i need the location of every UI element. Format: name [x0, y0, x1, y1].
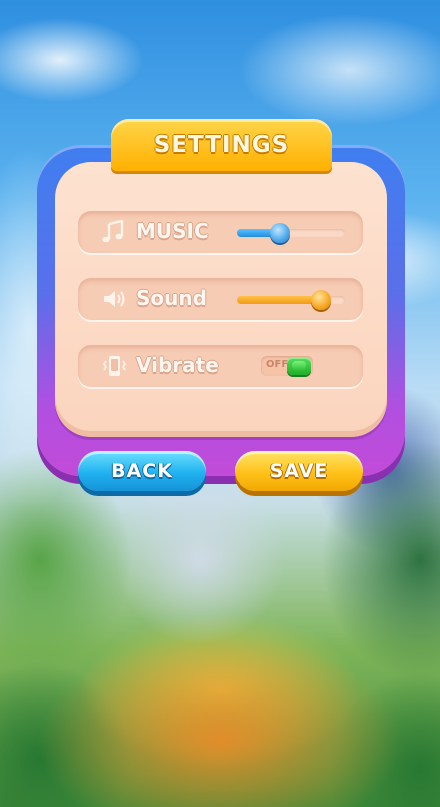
music-setting-row: MUSIC — [78, 211, 363, 253]
sound-slider-fill — [237, 296, 322, 304]
vibrate-toggle[interactable]: OFF — [261, 356, 313, 376]
settings-title-tab: SETTINGS — [111, 119, 332, 171]
vibrate-label: Vibrate — [136, 353, 219, 377]
vibrate-setting-row: Vibrate OFF — [78, 345, 363, 387]
sound-slider-handle[interactable] — [311, 290, 332, 310]
sound-label: Sound — [136, 286, 207, 310]
save-button[interactable]: SAVE — [235, 451, 363, 491]
sound-setting-row: Sound — [78, 278, 363, 320]
music-slider-handle[interactable] — [270, 223, 291, 243]
vibrate-phone-icon — [100, 353, 128, 379]
speaker-icon — [100, 286, 128, 312]
music-volume-slider[interactable] — [237, 223, 345, 243]
sound-volume-slider[interactable] — [237, 290, 345, 310]
vibrate-toggle-state: OFF — [266, 359, 289, 370]
page-title: SETTINGS — [153, 132, 290, 158]
music-label: MUSIC — [136, 219, 209, 243]
vibrate-toggle-knob — [287, 357, 311, 375]
music-note-icon — [100, 219, 128, 245]
back-button[interactable]: BACK — [78, 451, 206, 491]
